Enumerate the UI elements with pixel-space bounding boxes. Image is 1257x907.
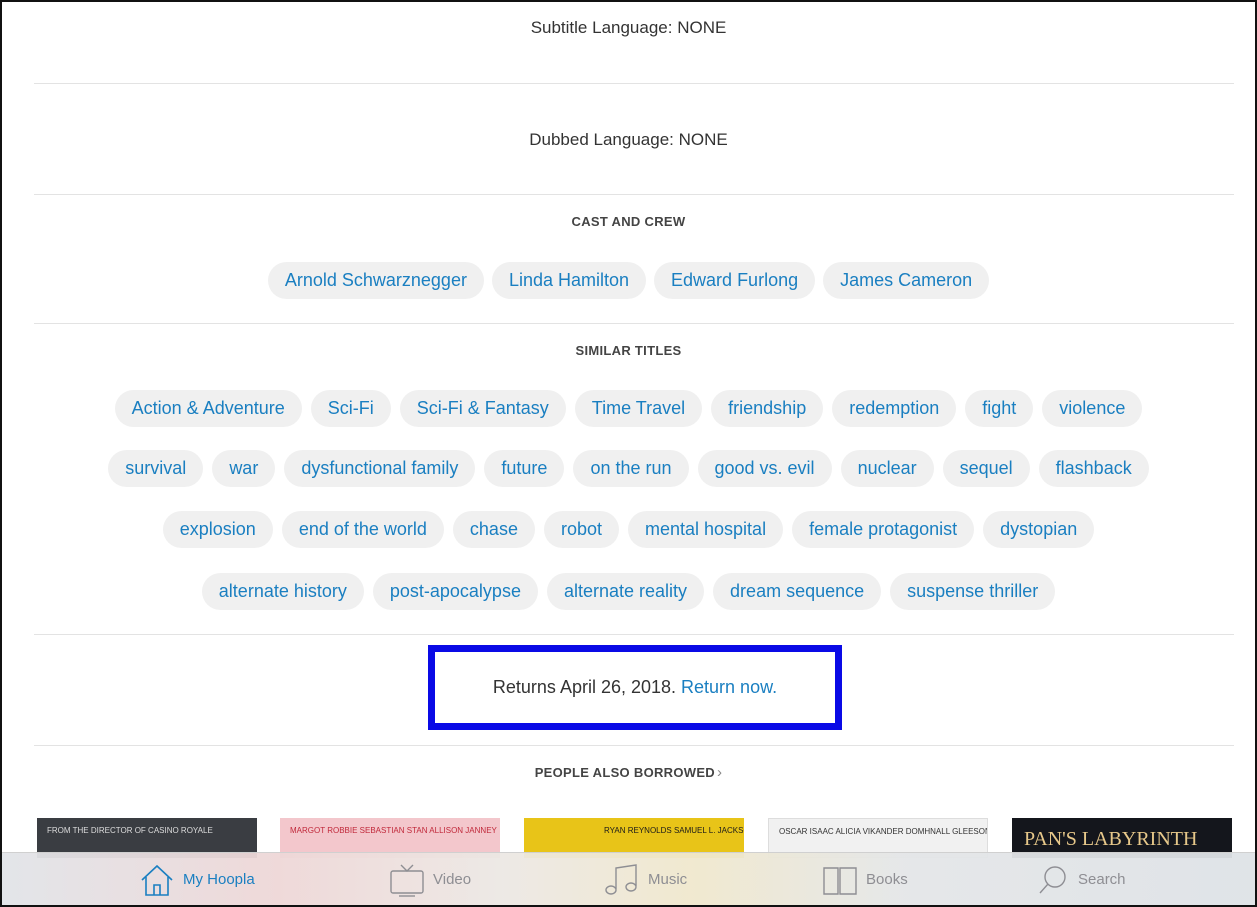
screenshot-frame	[0, 0, 1257, 907]
